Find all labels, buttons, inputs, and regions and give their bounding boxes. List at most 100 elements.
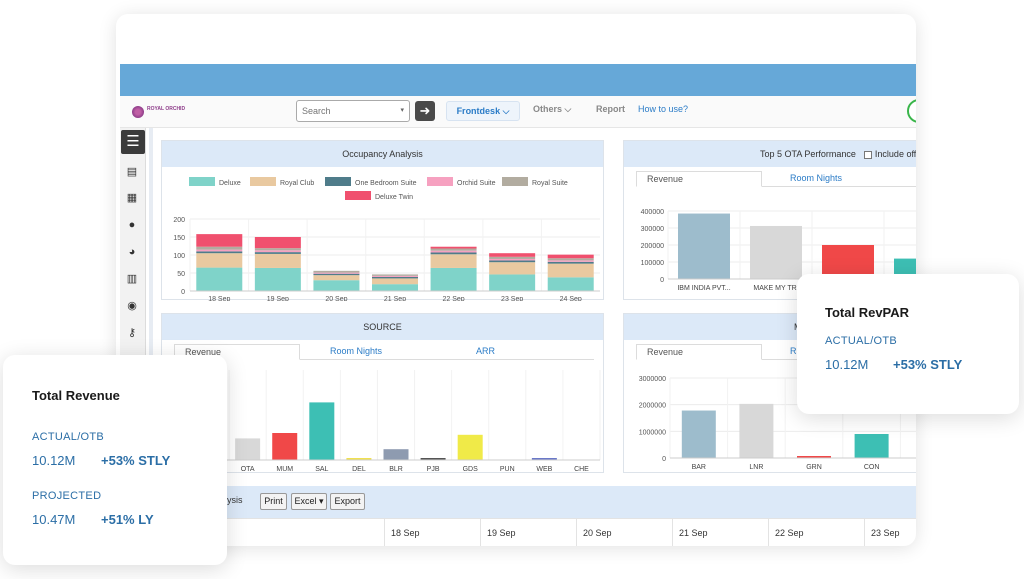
pie-chart-icon[interactable]: ◕ (124, 244, 140, 260)
bar-segment (254, 252, 301, 254)
bar-segment (254, 253, 301, 268)
chat-icon[interactable] (907, 99, 916, 123)
grid-icon[interactable]: ▦ (124, 190, 140, 206)
legend-label: Deluxe (219, 180, 241, 187)
bar-segment (196, 251, 243, 254)
bar-segment (430, 252, 477, 255)
x-tick-label: BAR (692, 464, 706, 471)
excel-select-label: Excel (294, 496, 317, 506)
source-tabs: Revenue Room Nights ARR (174, 344, 594, 360)
bar-segment (547, 261, 594, 264)
x-tick-label: 21 Sep (384, 296, 406, 301)
bar-segment (254, 248, 301, 251)
excel-select[interactable]: Excel ▾ (291, 493, 327, 510)
bar-segment (547, 277, 594, 291)
hotel-logo[interactable]: ROYAL ORCHID (132, 103, 188, 121)
bar-segment (372, 284, 418, 291)
bar-segment (430, 248, 477, 251)
revenue-actual-value: 10.12M (32, 453, 76, 468)
legend-label: Orchid Suite (457, 180, 496, 187)
bar-chart-icon[interactable]: ▥ (124, 271, 140, 287)
x-tick-label: IBM INDIA PVT... (677, 285, 730, 292)
export-button[interactable]: Export (330, 493, 365, 510)
legend-label: Royal Club (280, 180, 314, 187)
user-icon[interactable]: ● (124, 217, 140, 233)
x-tick-label: CON (864, 464, 880, 471)
print-button[interactable]: Print (260, 493, 287, 510)
bar-segment (430, 254, 477, 268)
search-field[interactable]: ▾ (296, 100, 410, 122)
bar-segment (313, 280, 360, 291)
bar-segment (372, 274, 418, 276)
bar-segment (372, 276, 418, 279)
revenue-actual-label: ACTUAL/OTB (32, 431, 105, 443)
logo-text: ROYAL ORCHID (147, 106, 186, 112)
legend-label: Royal Suite (532, 180, 568, 187)
x-tick-label: 23 Sep (501, 296, 523, 301)
legend-swatch (325, 177, 351, 186)
bar-segment (489, 260, 536, 263)
nav-others[interactable]: Others ⌵ (533, 104, 571, 115)
bar (272, 433, 298, 460)
menu-icon[interactable]: ☰ (121, 130, 145, 154)
y-tick-label: 200 (173, 217, 185, 224)
occupancy-chart: Deluxe Royal Club One Bedroom Suite Orchid … (173, 177, 600, 301)
bar (678, 213, 730, 279)
y-tick-label: 100000 (641, 260, 664, 267)
person-badge-icon[interactable]: ◉ (124, 298, 140, 314)
clipboard-icon[interactable]: ▤ (124, 164, 140, 180)
y-tick-label: 0 (662, 456, 666, 463)
bar-segment (313, 275, 360, 281)
chevron-down-icon: ⌵ (564, 104, 572, 114)
include-offline-label: Include offl (874, 149, 916, 159)
tab-revenue[interactable]: Revenue (636, 171, 762, 187)
legend-swatch (502, 177, 528, 186)
x-tick-label: WEB (536, 466, 552, 473)
total-revpar-card: Total RevPAR ACTUAL/OTB 10.12M +53% STLY (797, 274, 1019, 414)
bar-segment (196, 246, 243, 250)
bar-segment (489, 274, 536, 291)
tab-revenue[interactable]: Revenue (636, 344, 762, 360)
nav-frontdesk[interactable]: Frontdesk ⌵ (446, 101, 520, 121)
arrow-right-icon: ➜ (419, 103, 431, 118)
x-tick-label: 20 Sep (325, 296, 347, 301)
legend-swatch (189, 177, 215, 186)
date-column-header: 23 Sep (864, 519, 916, 546)
analysis-toolbar: alysis Print Excel ▾ Export (156, 486, 916, 518)
bar-segment (489, 262, 536, 275)
tab-room-nights[interactable]: Room Nights (780, 171, 916, 187)
revenue-projected-delta: +51% LY (101, 512, 154, 527)
tab-arr[interactable]: ARR (466, 344, 526, 360)
key-icon[interactable]: ⚷ (124, 325, 140, 341)
bar-segment (254, 250, 301, 253)
bar-segment (489, 253, 536, 257)
source-chart: IROTAMUMSALDELBLRPJBGDSPUNWEBCHE (191, 370, 601, 473)
x-tick-label: BLR (389, 466, 403, 473)
bar (235, 438, 261, 460)
y-tick-label: 100 (173, 253, 185, 260)
nav-how-to-use[interactable]: How to use? (638, 104, 688, 114)
x-tick-label: MAKE MY TRI (753, 285, 798, 292)
include-offline-checkbox[interactable] (864, 150, 873, 159)
revenue-projected-label: PROJECTED (32, 490, 102, 502)
legend-label: One Bedroom Suite (355, 180, 417, 187)
bar-segment (489, 258, 536, 261)
x-tick-label: CHE (574, 466, 589, 473)
tab-room-nights[interactable]: Room Nights (320, 344, 420, 360)
bar-segment (547, 263, 594, 278)
bar-segment (196, 249, 243, 252)
x-tick-label: MUM (276, 466, 293, 473)
y-tick-label: 150 (173, 235, 185, 242)
legend-swatch (345, 191, 371, 200)
date-column-header: 22 Sep (768, 519, 864, 546)
chevron-down-icon[interactable]: ▾ (400, 106, 404, 114)
date-column-header: 21 Sep (672, 519, 768, 546)
bar-segment (430, 267, 477, 291)
screenshot-stage: ROYAL ORCHID ▾ ➜ Frontdesk ⌵ Others ⌵ Re… (0, 0, 1024, 579)
nav-report[interactable]: Report (596, 104, 625, 114)
x-tick-label: OTA (241, 466, 255, 473)
search-go-button[interactable]: ➜ (415, 101, 435, 121)
search-input[interactable] (297, 101, 397, 121)
bar-segment (313, 270, 360, 273)
bar (457, 434, 483, 460)
